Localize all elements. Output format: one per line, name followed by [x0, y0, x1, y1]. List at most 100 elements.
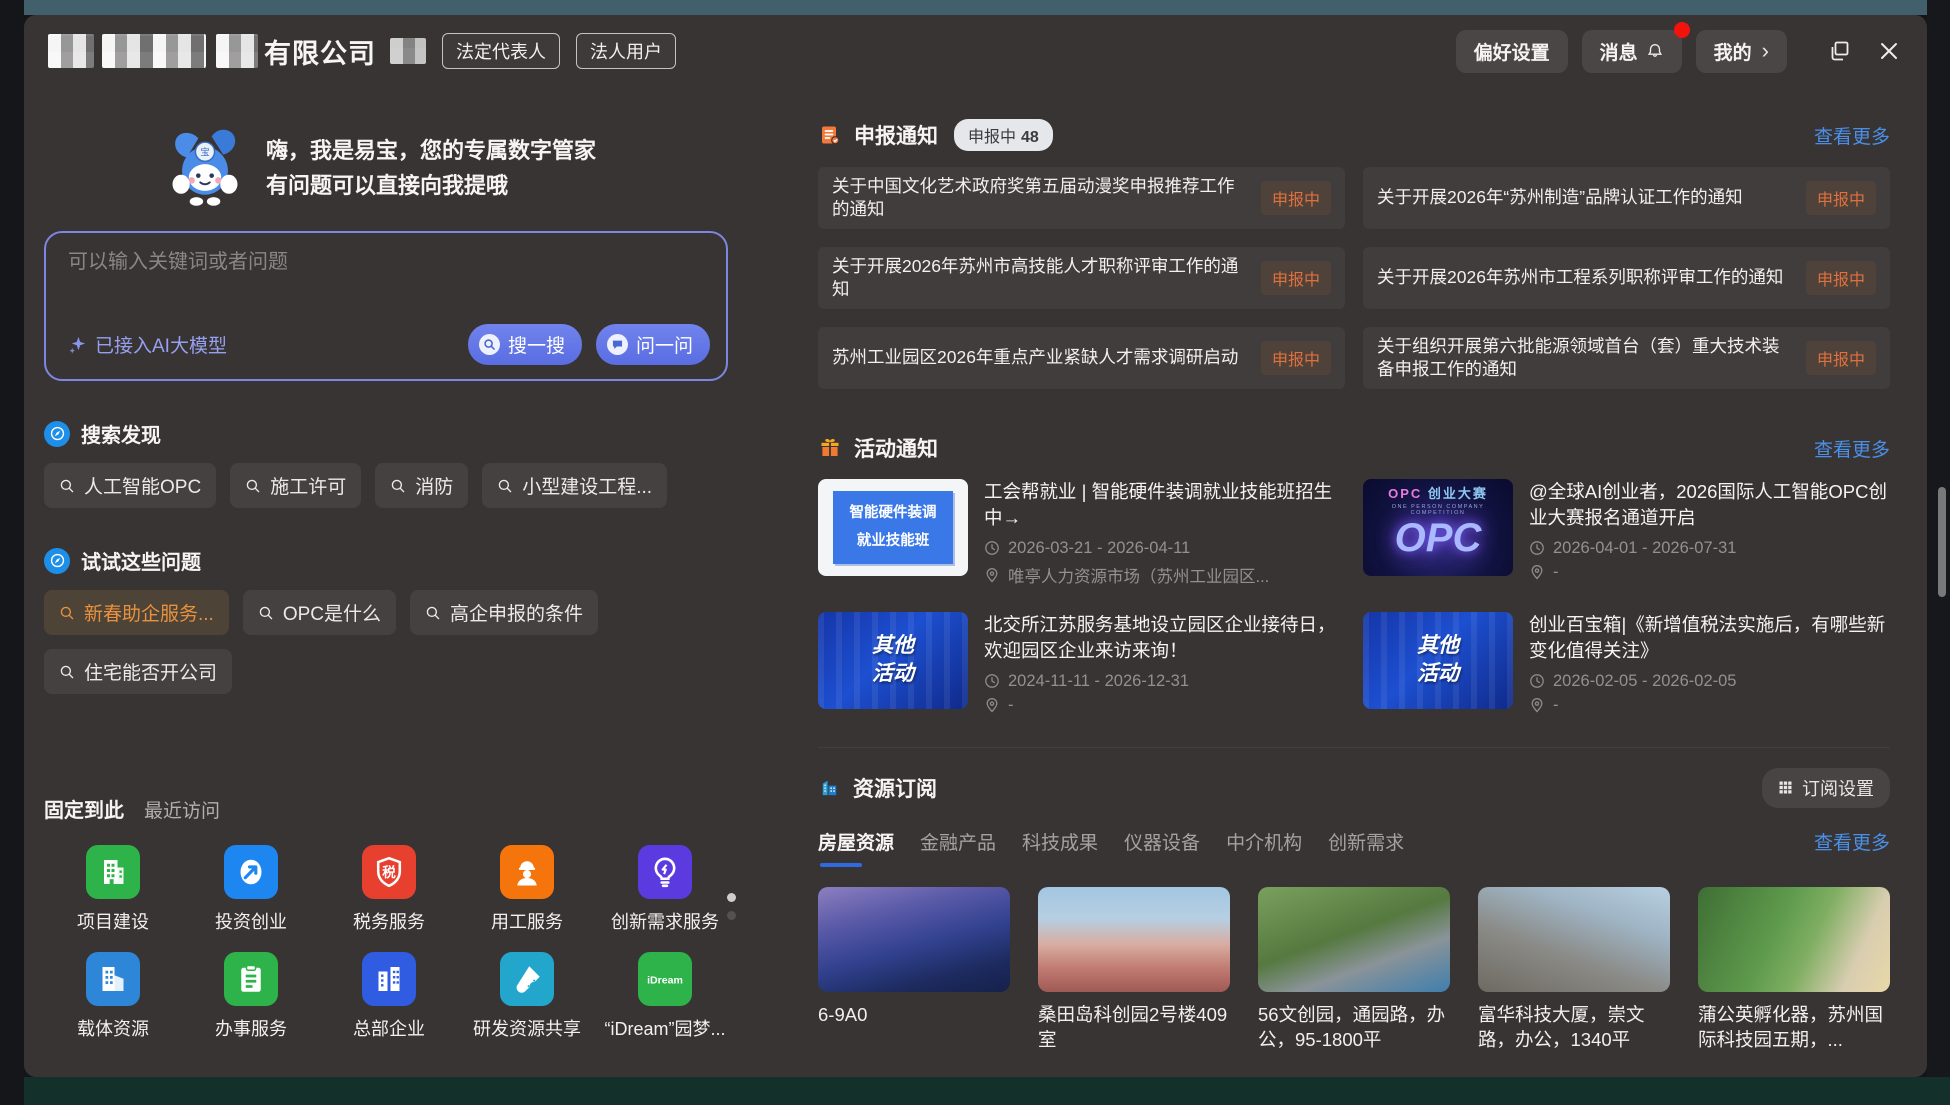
- declare-filter-badge[interactable]: 申报中48: [954, 119, 1053, 151]
- event-thumbnail: 智能硬件装调就业技能班: [818, 479, 968, 576]
- event-grid: 智能硬件装调就业技能班 工会帮就业 | 智能硬件装调就业技能班招生中→ 2026…: [818, 479, 1890, 715]
- suggestion-chip[interactable]: 小型建设工程...: [482, 463, 667, 508]
- svg-text:宝: 宝: [200, 147, 210, 159]
- carrier-icon: [86, 952, 140, 1006]
- redacted-company-logo: [48, 34, 94, 68]
- declare-more-link[interactable]: 查看更多: [1814, 122, 1890, 149]
- events-more-link[interactable]: 查看更多: [1814, 435, 1890, 462]
- events-title: 活动通知: [854, 433, 938, 463]
- event-thumbnail: OPC 创业大赛ONE PERSON COMPANY COMPETITIONOP…: [1363, 479, 1513, 576]
- resources-more-link[interactable]: 查看更多: [1814, 828, 1890, 867]
- event-thumbnail: 其他活动: [818, 612, 968, 709]
- pager-dot[interactable]: [727, 911, 736, 920]
- recent-visits-tab[interactable]: 最近访问: [144, 796, 220, 823]
- property-card[interactable]: 56文创园，通园路，办公，95-1800平: [1258, 887, 1450, 1053]
- property-photo-office-tower: [1478, 887, 1670, 992]
- building-icon: [86, 845, 140, 899]
- search-button[interactable]: 搜一搜: [468, 324, 582, 365]
- resource-tab[interactable]: 房屋资源: [818, 828, 894, 867]
- search-input[interactable]: [68, 251, 698, 274]
- declare-title: 申报通知: [854, 120, 938, 150]
- ask-button[interactable]: 问一问: [596, 324, 710, 365]
- company-suffix: 有限公司: [264, 32, 376, 71]
- resource-tab[interactable]: 创新需求: [1328, 828, 1404, 867]
- event-card[interactable]: 其他活动 北交所江苏服务基地设立园区企业接待日，欢迎园区企业来访来询！ 2024…: [818, 612, 1345, 715]
- worker-icon: [500, 845, 554, 899]
- magnifier-icon: [497, 478, 513, 494]
- declare-notice-grid: 关于中国文化艺术政府奖第五届动漫奖申报推荐工作的通知 申报中 关于开展2026年…: [818, 167, 1890, 389]
- chevron-right-icon: ›: [1762, 40, 1769, 62]
- app-grid-pager[interactable]: [727, 893, 736, 920]
- magnifier-icon: [59, 478, 75, 494]
- magnifier-icon: [390, 478, 406, 494]
- portal-window: 有限公司 法定代表人 法人用户 偏好设置 消息 我的 ›: [24, 15, 1927, 1077]
- assistant-panel: 宝 嗨，我是易宝，您的专属数字管家 有问题可以直接向我提哦: [44, 125, 750, 1041]
- page-background-bottom: [0, 1077, 1950, 1105]
- suggestion-chip[interactable]: 高企申报的条件: [410, 590, 598, 635]
- resource-tab[interactable]: 中介机构: [1226, 828, 1302, 867]
- discover-section-header: 搜索发现: [44, 419, 750, 448]
- close-window-icon[interactable]: [1877, 39, 1901, 63]
- page-scrollbar[interactable]: [1938, 487, 1946, 597]
- pager-dot-active[interactable]: [727, 893, 736, 902]
- redacted-company-name: [102, 34, 206, 68]
- property-card[interactable]: 6-9A0: [818, 887, 1010, 1053]
- app-shortcut[interactable]: 办事服务: [182, 952, 320, 1041]
- resource-tab[interactable]: 金融产品: [920, 828, 996, 867]
- page-background-left: [0, 0, 24, 1105]
- preferences-button[interactable]: 偏好设置: [1456, 30, 1568, 73]
- notice-card[interactable]: 苏州工业园区2026年重点产业紧缺人才需求调研启动 申报中: [818, 327, 1345, 389]
- notice-card[interactable]: 关于组织开展第六批能源领域首台（套）重大技术装备申报工作的通知 申报中: [1363, 327, 1890, 389]
- clock-icon: [984, 673, 1000, 689]
- page-background-top: [0, 0, 1950, 15]
- app-shortcut[interactable]: 载体资源: [44, 952, 182, 1041]
- bell-icon: [1646, 42, 1664, 60]
- notice-card[interactable]: 关于开展2026年“苏州制造”品牌认证工作的通知 申报中: [1363, 167, 1890, 229]
- property-card[interactable]: 富华科技大厦，崇文路，办公，1340平: [1478, 887, 1670, 1053]
- subscription-settings-button[interactable]: 订阅设置: [1762, 768, 1890, 808]
- notice-card[interactable]: 关于开展2026年苏州市高技能人才职称评审工作的通知 申报中: [818, 247, 1345, 309]
- suggestion-chip[interactable]: OPC是什么: [243, 590, 396, 635]
- app-shortcut[interactable]: 税 税务服务: [320, 845, 458, 934]
- declaring-tag: 申报中: [1261, 181, 1331, 215]
- app-shortcut[interactable]: 研发资源共享: [458, 952, 596, 1041]
- questions-chip-row: 新春助企服务... OPC是什么 高企申报的条件 住宅能否开公司: [44, 590, 744, 694]
- events-section: 活动通知 查看更多 智能硬件装调就业技能班 工会帮就业 | 智能硬件装调就业技能…: [818, 433, 1890, 715]
- suggestion-chip[interactable]: 新春助企服务...: [44, 590, 229, 635]
- event-card[interactable]: OPC 创业大赛ONE PERSON COMPANY COMPETITIONOP…: [1363, 479, 1890, 587]
- compass-icon: [44, 421, 70, 447]
- legal-person-user-badge: 法人用户: [576, 33, 676, 69]
- app-shortcut[interactable]: iDream “iDream”园梦...: [596, 952, 734, 1041]
- pinned-title[interactable]: 固定到此: [44, 794, 124, 823]
- compass-icon: [44, 548, 70, 574]
- greeting-line-1: 嗨，我是易宝，您的专属数字管家: [266, 133, 596, 168]
- suggestion-chip[interactable]: 人工智能OPC: [44, 463, 216, 508]
- app-shortcut[interactable]: 投资创业: [182, 845, 320, 934]
- notice-panel: 申报通知 申报中48 查看更多 关于中国文化艺术政府奖第五届动漫奖申报推荐工作的…: [818, 105, 1890, 1053]
- clipboard-icon: [224, 952, 278, 1006]
- declaring-tag: 申报中: [1806, 261, 1876, 295]
- event-card[interactable]: 其他活动 创业百宝箱|《新增值税法实施后，有哪些新变化值得关注》 2026-02…: [1363, 612, 1890, 715]
- restore-window-icon[interactable]: [1827, 39, 1851, 63]
- event-card[interactable]: 智能硬件装调就业技能班 工会帮就业 | 智能硬件装调就业技能班招生中→ 2026…: [818, 479, 1345, 587]
- my-account-button[interactable]: 我的 ›: [1696, 30, 1787, 73]
- resource-tab[interactable]: 科技成果: [1022, 828, 1098, 867]
- app-shortcut[interactable]: 项目建设: [44, 845, 182, 934]
- magnifier-icon: [59, 605, 75, 621]
- messages-button[interactable]: 消息: [1582, 30, 1682, 73]
- suggestion-chip[interactable]: 住宅能否开公司: [44, 649, 232, 694]
- resource-tab[interactable]: 仪器设备: [1124, 828, 1200, 867]
- property-card[interactable]: 桑田岛科创园2号楼409室: [1038, 887, 1230, 1053]
- property-photo-green-park: [1258, 887, 1450, 992]
- app-shortcut[interactable]: 总部企业: [320, 952, 458, 1041]
- gift-icon: [818, 436, 842, 460]
- app-shortcut[interactable]: 创新需求服务: [596, 845, 734, 934]
- notice-card[interactable]: 关于中国文化艺术政府奖第五届动漫奖申报推荐工作的通知 申报中: [818, 167, 1345, 229]
- app-shortcut[interactable]: 用工服务: [458, 845, 596, 934]
- notice-card[interactable]: 关于开展2026年苏州市工程系列职称评审工作的通知 申报中: [1363, 247, 1890, 309]
- pinned-app-grid: 项目建设 投资创业 税 税务服务 用工服务 创新需求服务 载体资源 办事服务 总…: [44, 845, 734, 1041]
- property-card[interactable]: 蒲公英孵化器，苏州国际科技园五期，...: [1698, 887, 1890, 1053]
- magnifier-icon: [245, 478, 261, 494]
- suggestion-chip[interactable]: 消防: [375, 463, 468, 508]
- suggestion-chip[interactable]: 施工许可: [230, 463, 361, 508]
